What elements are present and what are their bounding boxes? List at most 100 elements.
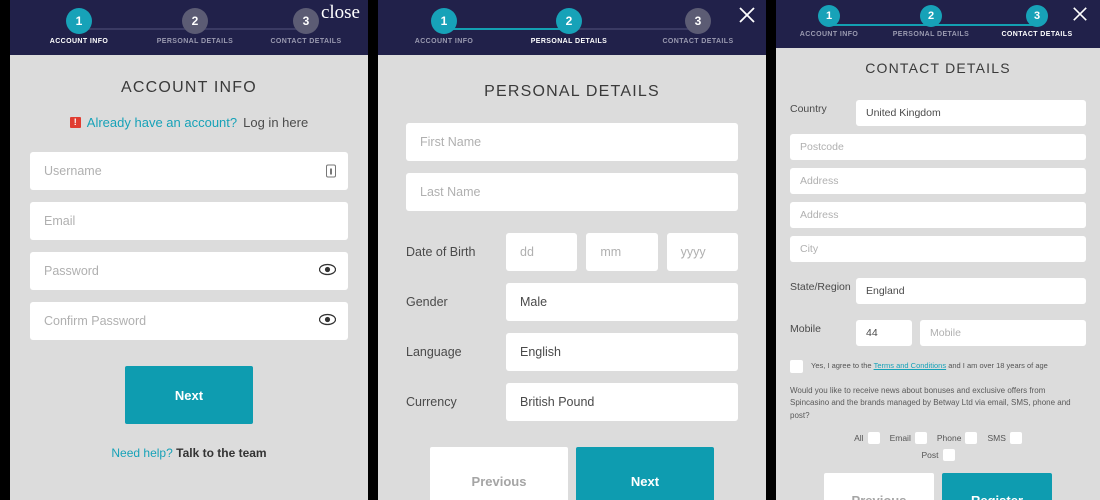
stepper-header-1: 1 ACCOUNT INFO 2 PERSONAL DETAILS 3 CONT… — [10, 0, 368, 55]
country-row: Country United Kingdom — [790, 92, 1086, 126]
mobile-label: Mobile — [790, 323, 821, 335]
help-line: Need help? Talk to the team — [30, 446, 348, 460]
email-field[interactable]: Email — [30, 202, 348, 240]
password-field[interactable]: Password — [30, 252, 348, 290]
option-post-label: Post — [921, 450, 939, 461]
previous-button[interactable]: Previous — [430, 447, 568, 500]
page-title: CONTACT DETAILS — [865, 60, 1011, 76]
option-phone-checkbox[interactable] — [965, 432, 978, 445]
step-1[interactable]: 1 ACCOUNT INFO — [784, 5, 874, 38]
language-value: English — [520, 345, 561, 359]
state-region-row: State/Region England — [790, 270, 1086, 304]
eye-icon[interactable] — [318, 263, 337, 279]
mobile-row: Mobile 44 Mobile — [790, 312, 1086, 346]
dob-month-field[interactable]: mm — [586, 233, 658, 271]
log-in-here-link[interactable]: Log in here — [243, 115, 308, 130]
mobile-country-code-field[interactable]: 44 — [856, 320, 912, 346]
username-field[interactable]: Username — [30, 152, 348, 190]
panel-account-info: 1 ACCOUNT INFO 2 PERSONAL DETAILS 3 CONT… — [10, 0, 368, 500]
option-email-checkbox[interactable] — [914, 432, 927, 445]
gender-value: Male — [520, 295, 548, 309]
option-post-checkbox[interactable] — [942, 449, 955, 462]
step-1-circle: 1 — [818, 5, 840, 27]
terms-and-conditions-link[interactable]: Terms and Conditions — [874, 361, 947, 370]
mobile-number-placeholder: Mobile — [930, 327, 961, 339]
option-sms[interactable]: SMS — [987, 432, 1022, 445]
option-email[interactable]: Email — [890, 432, 927, 445]
step-2[interactable]: 2 PERSONAL DETAILS — [886, 5, 976, 38]
date-of-birth-label: Date of Birth — [406, 245, 476, 259]
info-icon[interactable] — [326, 164, 336, 178]
postcode-field[interactable]: Postcode — [790, 134, 1086, 160]
terms-text: Yes, I agree to the Terms and Conditions… — [811, 360, 1048, 371]
step-2[interactable]: 2 PERSONAL DETAILS — [150, 8, 240, 45]
step-3[interactable]: 3 CONTACT DETAILS — [653, 8, 743, 45]
option-all[interactable]: All — [854, 432, 880, 445]
mobile-number-field[interactable]: Mobile — [920, 320, 1086, 346]
gender-row: Gender Male — [406, 283, 738, 321]
option-post[interactable]: Post — [921, 449, 955, 462]
step-1-circle: 1 — [66, 8, 92, 34]
page-title: ACCOUNT INFO — [121, 79, 257, 96]
step-3-label: CONTACT DETAILS — [270, 38, 342, 45]
step-2-label: PERSONAL DETAILS — [156, 38, 234, 45]
country-label: Country — [790, 103, 827, 115]
contact-details-form: CONTACT DETAILS Country United Kingdom P… — [776, 60, 1100, 500]
last-name-field[interactable]: Last Name — [406, 173, 738, 211]
currency-select[interactable]: British Pound — [506, 383, 738, 421]
talk-to-team-link[interactable]: Talk to the team — [176, 446, 266, 460]
step-2[interactable]: 2 PERSONAL DETAILS — [524, 8, 614, 45]
last-name-placeholder: Last Name — [420, 185, 481, 199]
page-title: PERSONAL DETAILS — [484, 83, 660, 100]
step-3-circle: 3 — [293, 8, 319, 34]
option-sms-checkbox[interactable] — [1009, 432, 1022, 445]
terms-checkbox[interactable] — [790, 360, 803, 373]
language-row: Language English — [406, 333, 738, 371]
step-3-circle: 3 — [1026, 5, 1048, 27]
option-phone-label: Phone — [936, 433, 962, 444]
step-1[interactable]: 1 ACCOUNT INFO — [34, 8, 124, 45]
language-label: Language — [406, 345, 462, 359]
username-placeholder: Username — [44, 164, 102, 178]
gender-select[interactable]: Male — [506, 283, 738, 321]
city-field[interactable]: City — [790, 236, 1086, 262]
currency-row: Currency British Pound — [406, 383, 738, 421]
language-select[interactable]: English — [506, 333, 738, 371]
first-name-field[interactable]: First Name — [406, 123, 738, 161]
step-2-circle: 2 — [182, 8, 208, 34]
mobile-country-code-value: 44 — [866, 327, 878, 339]
dob-day-field[interactable]: dd — [506, 233, 578, 271]
option-phone[interactable]: Phone — [936, 432, 978, 445]
previous-button[interactable]: Previous — [824, 473, 934, 500]
marketing-options-row-2: Post — [790, 449, 1086, 462]
marketing-options-row-1: All Email Phone SMS — [790, 432, 1086, 445]
login-prompt-row: ! Already have an account? Log in here — [30, 115, 348, 130]
first-name-placeholder: First Name — [420, 135, 482, 149]
state-region-value: England — [866, 285, 905, 297]
state-region-select[interactable]: England — [856, 278, 1086, 304]
step-1[interactable]: 1 ACCOUNT INFO — [399, 8, 489, 45]
eye-icon[interactable] — [318, 313, 337, 329]
dob-year-field[interactable]: yyyy — [666, 233, 738, 271]
close-button[interactable]: close — [321, 2, 360, 24]
address-line-2-field[interactable]: Address — [790, 202, 1086, 228]
confirm-password-field[interactable]: Confirm Password — [30, 302, 348, 340]
country-select[interactable]: United Kingdom — [856, 100, 1086, 126]
button-row: Next — [30, 366, 348, 424]
step-3-label: CONTACT DETAILS — [662, 38, 734, 45]
dob-month-placeholder: mm — [600, 245, 622, 259]
register-button[interactable]: Register — [942, 473, 1052, 500]
close-icon[interactable] — [738, 6, 756, 24]
step-3[interactable]: 3 CONTACT DETAILS — [992, 5, 1082, 38]
option-all-checkbox[interactable] — [867, 432, 880, 445]
personal-details-form: PERSONAL DETAILS First Name Last Name Da… — [378, 83, 766, 500]
postcode-placeholder: Postcode — [800, 141, 844, 153]
close-icon[interactable] — [1072, 6, 1090, 24]
currency-value: British Pound — [520, 395, 595, 409]
city-placeholder: City — [800, 243, 819, 255]
next-button[interactable]: Next — [125, 366, 253, 424]
address-line-1-field[interactable]: Address — [790, 168, 1086, 194]
next-button[interactable]: Next — [576, 447, 714, 500]
date-of-birth-row: Date of Birth dd mm yyyy — [406, 233, 738, 271]
exclamation-icon: ! — [69, 117, 81, 128]
